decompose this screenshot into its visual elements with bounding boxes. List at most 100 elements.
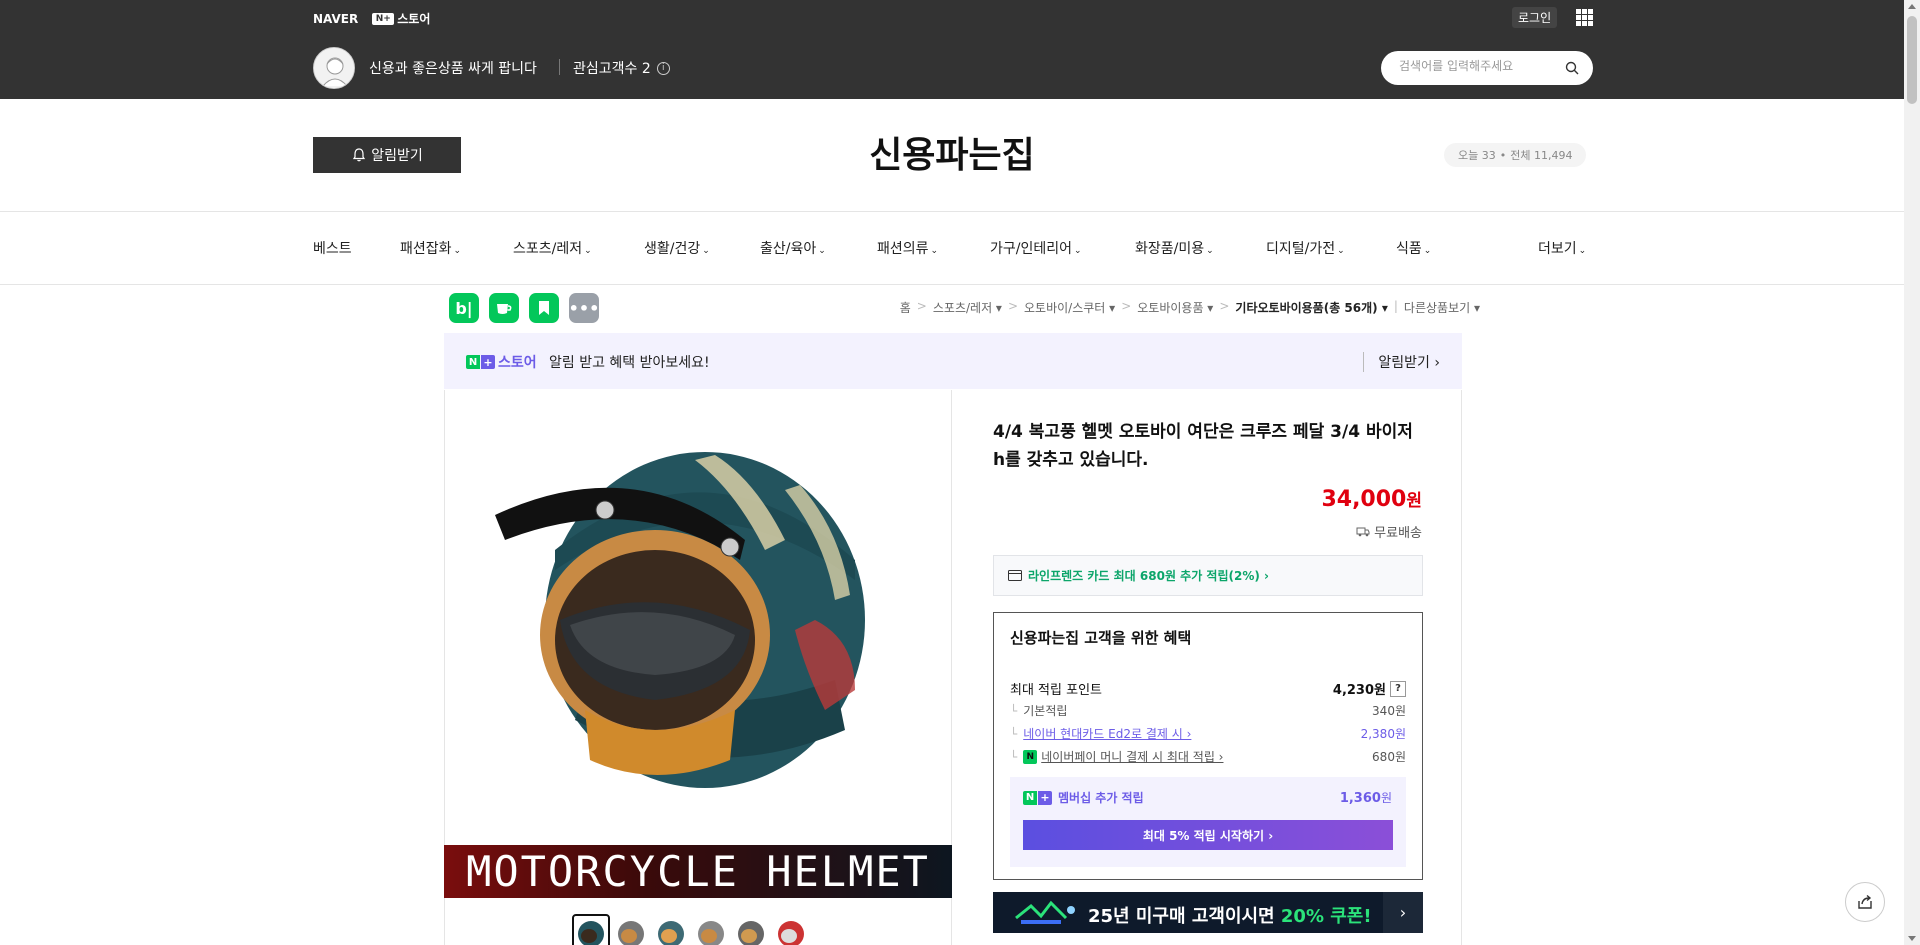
breadcrumb-moto-goods[interactable]: 오토바이용품 ▾ (1137, 299, 1213, 316)
thumbnail-6[interactable] (772, 914, 810, 945)
breadcrumb: 홈 > 스포츠/레저 ▾ > 오토바이/스쿠터 ▾ > 오토바이용품 ▾ > 기… (900, 299, 1480, 316)
nav-item-baby[interactable]: 출산/육아 ⌄ (760, 238, 826, 258)
info-icon[interactable]: i (656, 61, 670, 75)
basic-points-value: 340원 (1372, 704, 1406, 718)
thumbnail-4[interactable] (692, 914, 730, 945)
card-benefit-banner[interactable]: 라인프렌즈 카드 최대 680원 추가 적립(2%) › (993, 555, 1423, 596)
promo-alarm-link[interactable]: 알림받기 › (1363, 352, 1440, 372)
card-points-row: └ 네이버 현대카드 Ed2로 결제 시 › 2,380원 (1010, 725, 1406, 742)
nav-item-fashion-goods[interactable]: 패션잡화 ⌄ (400, 238, 461, 258)
bookmark-icon (539, 301, 549, 315)
nav-item-best[interactable]: 베스트 (313, 238, 352, 258)
nav-item-beauty[interactable]: 화장품/미용 ⌄ (1135, 238, 1214, 258)
coupon-text: 25년 미구매 고객이시면 20% 쿠폰! (1088, 906, 1372, 927)
chevron-down-icon: ⌄ (930, 246, 939, 256)
nav-item-digital[interactable]: 디지털/가전 ⌄ (1266, 238, 1345, 258)
divider (0, 211, 1904, 212)
chevron-down-icon: ⌄ (584, 246, 592, 256)
max-points-row: 최대 적립 포인트 4,230원? (1010, 679, 1406, 698)
visitor-count: 오늘 33 • 전체 11,494 (1444, 143, 1587, 167)
credit-card-icon (1008, 570, 1022, 581)
npay-icon: N (1023, 749, 1038, 764)
product-title: 4/4 복고풍 헬멧 오토바이 여단은 크루즈 페달 3/4 바이저 h를 갖추… (993, 422, 1413, 470)
login-button[interactable]: 로그인 (1512, 7, 1558, 28)
thumbnail-2[interactable] (612, 914, 650, 945)
search-icon[interactable] (1565, 61, 1579, 75)
cafe-share-icon[interactable] (489, 293, 519, 323)
thumbnail-5[interactable] (732, 914, 770, 945)
chevron-down-icon: ⌄ (1423, 246, 1432, 256)
divider (1461, 390, 1462, 945)
npay-points-row: └ N 네이버페이 머니 결제 시 최대 적립 › 680원 (1010, 748, 1406, 765)
nav-item-food[interactable]: 식품 ⌄ (1396, 238, 1431, 258)
thumbnail-3[interactable] (652, 914, 690, 945)
nplus-logo-icon: N + (466, 355, 495, 369)
breadcrumb-motorcycle[interactable]: 오토바이/스쿠터 ▾ (1024, 299, 1115, 316)
scroll-thumb[interactable] (1907, 16, 1917, 104)
search-input[interactable] (1399, 59, 1559, 73)
coupon-banner[interactable]: 25년 미구매 고객이시면 20% 쿠폰! › (993, 892, 1423, 933)
chevron-right-icon[interactable]: › (1383, 892, 1423, 933)
share-icons: b| ••• (449, 293, 599, 323)
floating-share-button[interactable] (1845, 882, 1885, 922)
tree-branch-icon: └ (1010, 726, 1018, 741)
benefit-title: 신용파는집 고객을 위한 혜택 (1010, 629, 1192, 647)
shipping-info: 무료배송 (1356, 522, 1422, 541)
page-scrollbar[interactable] (1904, 0, 1920, 945)
nplus-logo-icon: N + (1023, 790, 1052, 805)
avatar-illustration-icon (314, 48, 354, 88)
nplus-store-label: N + 스토어 (466, 352, 537, 372)
breadcrumb-separator: > (1219, 299, 1230, 313)
page: NAVER N+ 스토어 로그인 신용과 좋은상품 싸게 팝니다 관심고객수 2… (0, 0, 1920, 945)
start-membership-button[interactable]: 최대 5% 적립 시작하기 › (1023, 820, 1393, 850)
max-points-label: 최대 적립 포인트 (1010, 683, 1102, 698)
bookmark-share-icon[interactable] (529, 293, 559, 323)
tree-branch-icon: └ (1010, 749, 1018, 764)
naver-logo[interactable]: NAVER (313, 12, 358, 26)
breadcrumb-home[interactable]: 홈 (900, 299, 911, 316)
image-thumbnails (572, 914, 810, 945)
chevron-down-icon: ⌄ (818, 246, 826, 256)
scroll-up-arrow-icon[interactable] (1908, 4, 1916, 9)
chevron-down-icon: ⌄ (1206, 246, 1214, 256)
promo-message: 알림 받고 혜택 받아보세요! (549, 355, 710, 371)
store-title[interactable]: 신용파는집 (0, 126, 1904, 178)
favorite-customers: 관심고객수 2 i (573, 58, 670, 78)
breadcrumb-current[interactable]: 기타오토바이용품(총 56개) ▾ (1235, 299, 1387, 316)
helmet-product-image[interactable] (475, 430, 915, 830)
seller-tagline[interactable]: 신용과 좋은상품 싸게 팝니다 (369, 58, 537, 78)
nav-item-furniture[interactable]: 가구/인테리어 ⌄ (990, 238, 1082, 258)
breadcrumb-separator: > (1007, 299, 1019, 313)
category-nav: 베스트 패션잡화 ⌄ 스포츠/레저 ⌄ 생활/건강 ⌄ 출산/육아 ⌄ 패션의류 ⌄ 가구… (313, 238, 1593, 258)
shipping-label: 무료배송 (1374, 526, 1422, 541)
thumbnail-1[interactable] (572, 914, 610, 945)
hyundai-card-link[interactable]: 네이버 현대카드 Ed2로 결제 시 › (1023, 725, 1191, 742)
coupon-decoration-icon (1015, 900, 1075, 924)
more-share-icon[interactable]: ••• (569, 293, 599, 323)
max-points-value: 4,230원 (1332, 683, 1386, 698)
nav-item-living[interactable]: 생활/건강 ⌄ (644, 238, 710, 258)
divider (0, 284, 1904, 285)
nplus-badge: N+ (372, 12, 395, 25)
nav-item-clothing[interactable]: 패션의류 ⌄ (877, 238, 938, 258)
basic-points-label: 기본적립 (1023, 704, 1068, 718)
help-icon[interactable]: ? (1390, 680, 1406, 697)
chevron-down-icon: ⌄ (702, 246, 710, 256)
divider (559, 59, 560, 75)
truck-icon (1356, 527, 1370, 537)
customer-benefit-box: 신용파는집 고객을 위한 혜택 최대 적립 포인트 4,230원? └ 기본적립 … (993, 612, 1423, 880)
other-products-link[interactable]: 다른상품보기 ▾ (1404, 299, 1480, 316)
favorite-count-label: 관심고객수 2 (573, 61, 651, 77)
apps-grid-icon[interactable] (1576, 9, 1593, 26)
scroll-down-arrow-icon[interactable] (1908, 936, 1916, 941)
seller-avatar[interactable] (313, 47, 355, 89)
nav-item-sports[interactable]: 스포츠/레저 ⌄ (513, 238, 592, 258)
npay-money-link[interactable]: 네이버페이 머니 결제 시 최대 적립 › (1041, 748, 1223, 765)
chevron-down-icon: ⌄ (1578, 246, 1587, 256)
brand-area: NAVER N+ 스토어 (313, 10, 430, 27)
basic-points-row: └ 기본적립 340원 (1010, 702, 1406, 719)
nav-more[interactable]: 더보기 ⌄ (1538, 238, 1586, 258)
blog-share-icon[interactable]: b| (449, 293, 479, 323)
nplus-store-logo[interactable]: N+ 스토어 (372, 10, 430, 27)
breadcrumb-sports[interactable]: 스포츠/레저 ▾ (933, 299, 1002, 316)
